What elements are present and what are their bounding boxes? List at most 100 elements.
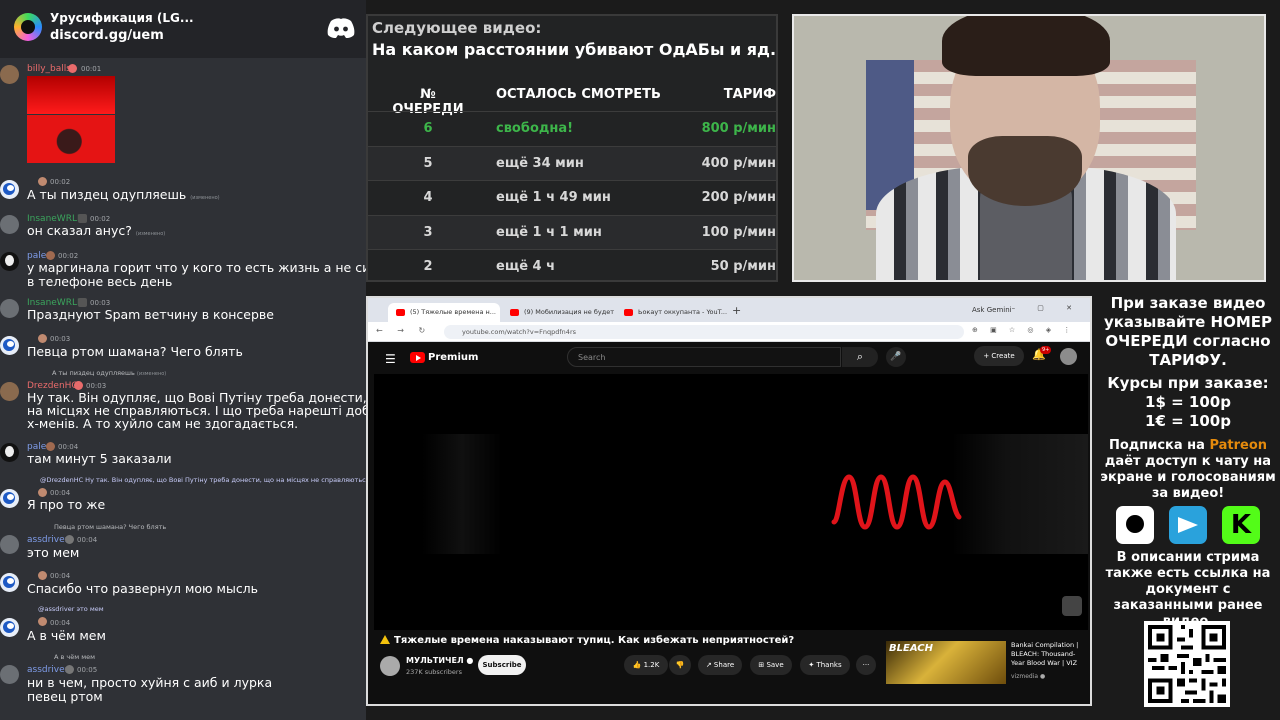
role-badge-icon [38,571,47,580]
share-button[interactable]: ↗ Share [698,655,742,675]
timestamp: 00:05 [77,666,98,674]
new-tab-button[interactable]: + [732,304,741,317]
role-badge-icon [38,177,47,186]
kick-icon[interactable] [1222,506,1260,544]
attached-image[interactable] [27,115,115,163]
queue-number: 4 [423,190,433,206]
role-badge-icon [38,617,47,626]
timestamp: 00:04 [77,536,98,544]
dislike-button[interactable]: 👎 [669,655,691,675]
ask-gemini-button[interactable]: Ask Gemini [972,306,1012,314]
more-actions-button[interactable]: ··· [856,655,876,675]
navigation-buttons[interactable]: ← → ↻ [376,326,431,335]
queue-remaining: ещё 4 ч [496,259,556,275]
message-text: А в чём мем [27,628,106,643]
user-avatar [0,443,19,462]
message-text: он сказал анус? (изменено) [27,223,166,238]
queue-rate: 50 р/мин [710,259,776,275]
qr-code-icon[interactable] [1144,621,1230,707]
save-button[interactable]: ⊞ Save [750,655,792,675]
timestamp: 00:04 [58,443,79,451]
search-input[interactable]: Search [567,347,841,367]
role-badge-icon [38,334,47,343]
discord-icon [327,18,355,38]
search-icon[interactable]: ⌕ [842,347,878,367]
channel-name[interactable]: МУЛЬТИЧЕЛ ● [406,656,473,665]
address-bar: ← → ↻ youtube.com/watch?v=Fnqpdfn4rs ⊕ ▣… [368,322,1090,342]
extension-icons[interactable]: ⊕ ▣ ☆ ◎ ◈ ⋮ [972,326,1075,334]
video-queue-panel: Следующее видео: На каком расстоянии уби… [366,14,778,282]
user-avatar [0,535,19,554]
role-badge-icon [38,488,47,497]
timestamp: 00:02 [58,252,79,260]
browser-tab[interactable]: Ьокaут оккупанта - YouT... [616,303,728,322]
subscribe-button[interactable]: Subscribe [478,655,526,675]
queue-number: 2 [423,259,433,275]
attached-image[interactable] [27,76,115,114]
stream-description-note: В описании стрима также есть ссылка на д… [1105,550,1271,629]
reply-preview[interactable]: Певца ртом шамана? Чего блять [54,523,166,531]
invite-link[interactable]: discord.gg/uem [50,28,164,43]
youtube-logo-icon[interactable] [410,352,425,363]
reply-preview[interactable]: А в чём мем [54,653,95,661]
reply-preview[interactable]: @assdriver это мем [38,605,104,613]
chat-message: 00:03 Певца ртом шамана? Чего блять [0,333,366,359]
queue-row: 5 ещё 34 мин 400 р/мин [368,145,776,181]
role-badge-icon [68,64,77,73]
queue-row: 3 ещё 1 ч 1 мин 100 р/мин [368,214,776,250]
account-avatar[interactable] [1060,348,1077,365]
timestamp: 00:02 [90,215,111,223]
recommended-video-channel[interactable]: vizmedia ● [1011,673,1045,680]
url-input[interactable]: youtube.com/watch?v=Fnqpdfn4rs [444,325,964,339]
user-avatar [0,215,19,234]
queue-number: 5 [423,155,433,171]
donation-info-panel: При заказе видео указывайте НОМЕР ОЧЕРЕД… [1096,290,1280,720]
tab-bar: (5) Тяжелые времена н... (9) Мобилизация… [368,298,1090,322]
queue-number: 3 [423,224,433,240]
mic-icon[interactable]: 🎤 [886,347,906,367]
message-text: Празднуют Spam ветчину в консерве [27,307,274,322]
video-title: Тяжелые времена наказывают тупиц. Как из… [380,635,794,646]
user-avatar [0,618,19,637]
chat-message: pale 00:02 у маргинала горит что у кого … [0,250,366,290]
warning-icon [380,635,390,644]
youtube-premium-label[interactable]: Premium [428,352,478,363]
telegram-icon[interactable] [1169,506,1207,544]
reply-preview[interactable]: А ты пиздец одупляешь (изменено) [52,369,166,377]
message-text: певец ртом [27,689,103,704]
channel-watermark-icon[interactable] [1062,596,1082,616]
channel-avatar[interactable] [380,656,400,676]
user-avatar [0,336,19,355]
timestamp: 00:04 [50,572,71,580]
role-badge-icon [78,214,87,223]
thanks-button[interactable]: ✦ Thanks [800,655,850,675]
chat-message: Певца ртом шамана? Чего блять assdriver … [0,522,366,562]
role-badge-icon [78,298,87,307]
like-button[interactable]: 👍 1.2K [624,655,668,675]
chat-message: А ты пиздец одупляешь (изменено) Drezden… [0,368,366,431]
reply-preview[interactable]: @DrezdenHC Ну так. Він одупляє, що Вові … [40,476,366,484]
patreon-icon[interactable] [1116,506,1154,544]
user-avatar [0,299,19,318]
role-badge-icon [65,665,74,674]
timestamp: 00:02 [50,178,71,186]
browser-tab[interactable]: (5) Тяжелые времена н... [388,303,500,322]
browser-tab[interactable]: (9) Мобилизация не будет, ес... [502,303,614,322]
queue-rate: 200 р/мин [701,190,776,206]
menu-icon[interactable]: ☰ [385,352,396,366]
create-button[interactable]: + Create [974,346,1024,366]
message-text: Спасибо что развернул мою мысль [27,581,259,596]
message-text: Певца ртом шамана? Чего блять [27,344,243,359]
role-badge-icon [46,442,55,451]
recommended-video-title[interactable]: Bankai Compilation | BLEACH: Thousand-Ye… [1011,641,1087,668]
video-player[interactable] [374,374,1088,630]
chat-message: А в чём мем assdriver 00:05 ни в чем, пр… [0,652,366,712]
chat-message: @DrezdenHC Ну так. Він одупляє, що Вові … [0,475,366,515]
rate-usd: 1$ = 100р [1145,393,1231,411]
queue-row: 6 свободна! 800 р/мин [368,111,776,146]
user-avatar [0,180,19,199]
timestamp: 00:01 [81,65,102,73]
window-controls[interactable]: – ▢ ✕ [1012,304,1082,312]
webcam-feed [792,14,1266,282]
queue-row: 4 ещё 1 ч 49 мин 200 р/мин [368,180,776,215]
